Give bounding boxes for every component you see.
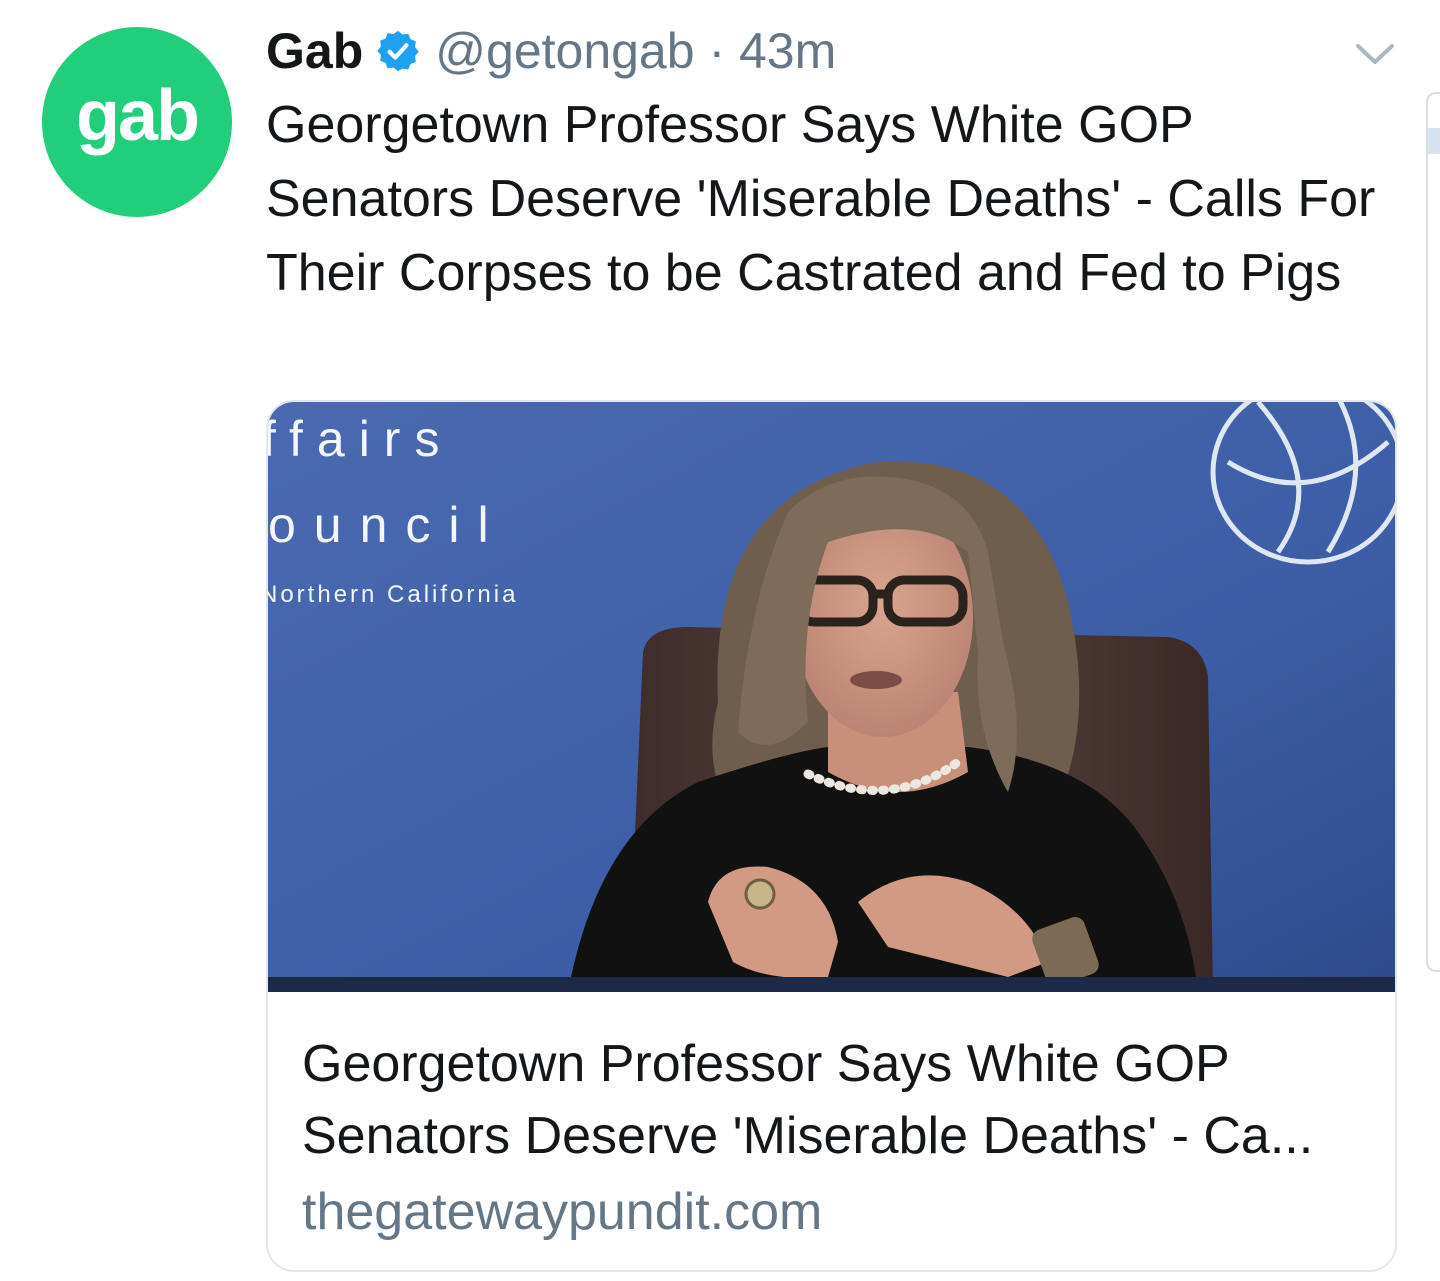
scroll-indicator <box>1426 92 1440 972</box>
avatar-logo-text: gab <box>75 76 200 156</box>
backdrop-text-affairs: ffairs <box>268 411 453 467</box>
card-title-line-1: Georgetown Professor Says White GOP <box>302 1035 1230 1093</box>
chevron-down-icon[interactable] <box>1352 36 1398 72</box>
card-domain[interactable]: thegatewaypundit.com <box>302 1180 822 1244</box>
backdrop-text-northern-california: Northern California <box>268 581 518 608</box>
tweet-header: Gab @getongab · 43m <box>266 20 836 82</box>
display-name[interactable]: Gab <box>266 22 363 80</box>
card-image[interactable]: ffairs ouncil Northern California <box>268 402 1395 992</box>
backdrop-text-council: ouncil <box>268 497 507 553</box>
verified-badge-icon <box>377 30 419 72</box>
tweet[interactable]: gab Gab @getongab · 43m Georgetown Profe… <box>0 0 1440 1281</box>
card-title-line-2: Senators Deserve 'Miserable Deaths' - Ca… <box>302 1107 1314 1165</box>
avatar[interactable]: gab <box>42 27 232 217</box>
tweet-text: Georgetown Professor Says White GOP Sena… <box>266 96 1376 302</box>
handle-and-timestamp[interactable]: @getongab · 43m <box>435 22 836 80</box>
link-card[interactable]: ffairs ouncil Northern California George… <box>266 400 1397 1272</box>
card-title[interactable]: Georgetown Professor Says White GOP Sena… <box>302 1028 1362 1172</box>
